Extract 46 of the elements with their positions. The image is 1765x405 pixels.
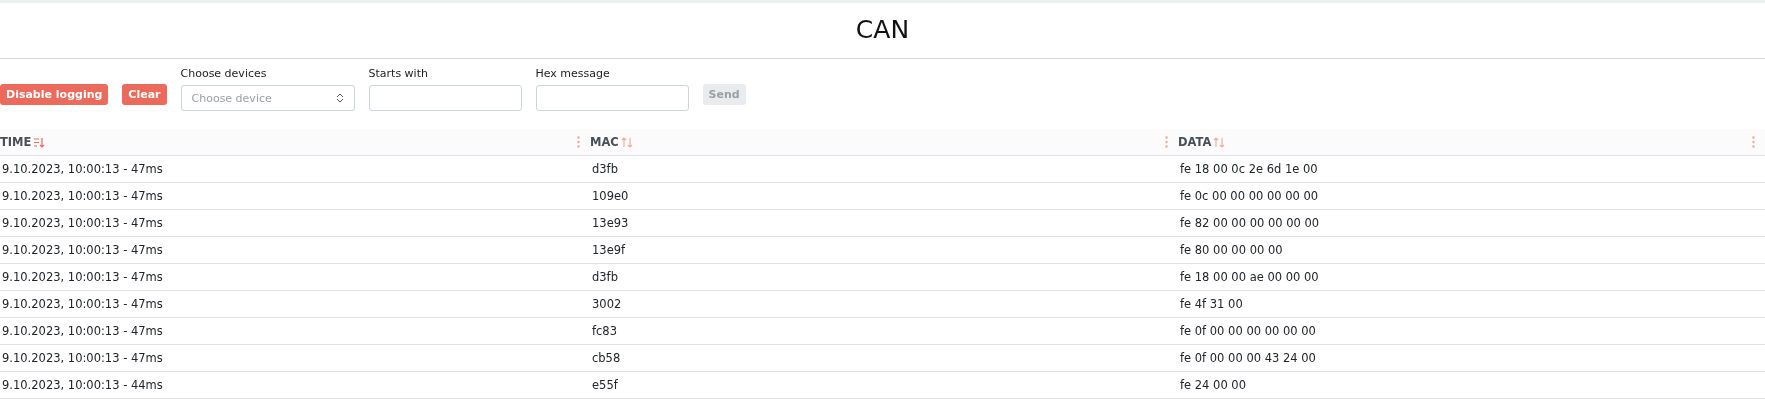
device-dropdown[interactable]: Choose device (180, 85, 355, 111)
field-label: Starts with (368, 67, 428, 80)
column-menu-icon[interactable] (1165, 136, 1168, 148)
column-header[interactable]: MAC (590, 135, 619, 149)
sort-descending-icon[interactable] (33, 136, 46, 148)
table-cell: 9.10.2023, 10:00:13 - 47ms (2, 270, 163, 284)
sort-icon[interactable] (620, 136, 633, 148)
table-cell: 9.10.2023, 10:00:13 - 47ms (2, 324, 163, 338)
table-cell: fe 0f 00 00 00 43 24 00 (1180, 351, 1316, 365)
table-cell: 9.10.2023, 10:00:13 - 47ms (2, 216, 163, 230)
table-cell: 13e93 (592, 216, 629, 230)
table-cell: fe 18 00 0c 2e 6d 1e 00 (1180, 162, 1318, 176)
hex-message-field[interactable] (535, 85, 689, 111)
table-cell: fe 0c 00 00 00 00 00 00 (1180, 189, 1319, 203)
column-header[interactable]: DATA (1178, 135, 1212, 149)
table-cell: 9.10.2023, 10:00:13 - 47ms (2, 162, 163, 176)
table-cell: cb58 (592, 351, 621, 365)
starts-with-field[interactable] (368, 85, 522, 111)
clear-button[interactable]: Clear (122, 84, 167, 105)
table-cell: d3fb (592, 270, 618, 284)
table-cell: 9.10.2023, 10:00:13 - 47ms (2, 243, 163, 257)
table-cell: fe 18 00 00 ae 00 00 00 (1180, 270, 1319, 284)
field-label: Choose devices (180, 67, 267, 80)
table-cell: 9.10.2023, 10:00:13 - 47ms (2, 189, 163, 203)
table-cell: d3fb (592, 162, 618, 176)
table-cell: fe 4f 31 00 (1180, 297, 1243, 311)
table-cell: 9.10.2023, 10:00:13 - 47ms (2, 297, 163, 311)
table-cell: fe 80 00 00 00 00 (1180, 243, 1283, 257)
sort-icon[interactable] (1213, 136, 1226, 148)
column-menu-icon[interactable] (1752, 136, 1755, 148)
table-cell: 9.10.2023, 10:00:13 - 44ms (2, 378, 163, 392)
table-cell: 13e9f (592, 243, 626, 257)
page-title: CAN (855, 14, 910, 46)
chevron-updown-icon (335, 93, 344, 103)
field-label: Hex message (535, 67, 610, 80)
disable-logging-button[interactable]: Disable logging (0, 84, 109, 105)
table-cell: fc83 (592, 324, 617, 338)
table-cell: fe 24 00 00 (1180, 378, 1246, 392)
table-cell: fe 82 00 00 00 00 00 00 (1180, 216, 1320, 230)
column-menu-icon[interactable] (577, 136, 580, 148)
table-cell: 3002 (592, 297, 622, 311)
table-cell: 9.10.2023, 10:00:13 - 47ms (2, 351, 163, 365)
column-header[interactable]: TIME (0, 135, 32, 149)
table-cell: 109e0 (592, 189, 629, 203)
table-cell: fe 0f 00 00 00 00 00 00 (1180, 324, 1316, 338)
table-cell: e55f (592, 378, 618, 392)
